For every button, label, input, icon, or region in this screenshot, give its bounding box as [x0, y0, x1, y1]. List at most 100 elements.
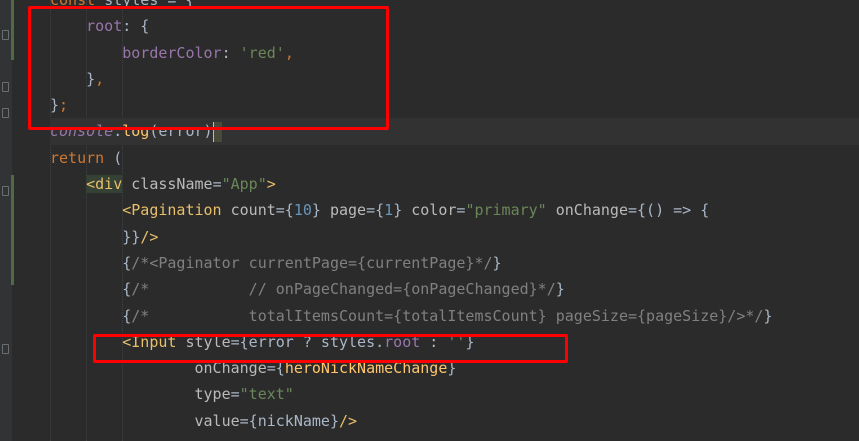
code-token: color: [411, 201, 457, 220]
code-line[interactable]: <Pagination count={10} page={1} color="p…: [50, 197, 859, 223]
code-line[interactable]: root: {: [50, 13, 859, 39]
code-token: ,: [95, 69, 105, 88]
code-token: />: [339, 411, 358, 430]
code-token: value: [194, 411, 240, 430]
code-token: {: [122, 280, 132, 299]
code-token: <Input: [122, 332, 177, 351]
code-line[interactable]: },: [50, 66, 859, 92]
code-token: ={() => {: [628, 201, 710, 220]
code-line[interactable]: type="text": [50, 381, 859, 407]
code-token: ={: [366, 201, 385, 220]
code-token: log: [122, 122, 150, 141]
code-token: }: [555, 280, 565, 299]
code-token: <Pagination: [122, 201, 222, 220]
code-token: borderColor: [122, 43, 222, 62]
code-token: {: [122, 306, 132, 325]
code-token: heroNickNameChange: [284, 359, 448, 378]
code-token: "primary": [465, 201, 547, 220]
fold-icon[interactable]: [2, 82, 9, 92]
code-token: /*<Paginator currentPage={currentPage}*/: [131, 253, 493, 272]
code-token: "App": [221, 175, 267, 194]
code-token: type: [194, 385, 231, 404]
code-line[interactable]: borderColor: 'red',: [50, 40, 859, 66]
text-caret: [212, 121, 222, 142]
code-token: }: [465, 332, 475, 351]
code-line[interactable]: value={nickName}/>: [50, 408, 859, 434]
code-line[interactable]: {/* // onPageChanged={onPageChanged}*/}: [50, 276, 859, 302]
code-token: 10: [293, 201, 312, 220]
code-line[interactable]: };: [50, 92, 859, 118]
code-line[interactable]: return (: [50, 145, 859, 171]
code-token: root: [384, 332, 421, 351]
code-line[interactable]: {/*<Paginator currentPage={currentPage}*…: [50, 250, 859, 276]
code-token: }: [492, 253, 502, 272]
code-token: }: [447, 359, 457, 378]
code-line[interactable]: console.log(error): [50, 118, 859, 145]
code-token: ={error ? styles.: [230, 332, 385, 351]
code-editor[interactable]: const styles = { root: { borderColor: 'r…: [14, 0, 859, 434]
code-token: =: [230, 385, 240, 404]
code-token: ,: [284, 43, 294, 62]
fold-icon[interactable]: [2, 108, 9, 118]
code-token: }: [763, 306, 773, 325]
code-token: className: [122, 175, 213, 194]
code-line[interactable]: <Input style={error ? styles.root : ''}: [50, 329, 859, 355]
code-token: count: [221, 201, 276, 220]
code-token: style: [176, 332, 231, 351]
code-token: >: [266, 175, 276, 194]
code-token: :: [420, 332, 448, 351]
code-token: onChange: [194, 359, 267, 378]
code-token: =: [212, 175, 222, 194]
code-line[interactable]: const styles = {: [50, 0, 859, 13]
code-token: :: [221, 43, 240, 62]
code-token: }: [50, 96, 60, 115]
code-token: }: [393, 201, 412, 220]
code-token: (error): [149, 122, 213, 141]
code-token: {: [122, 253, 132, 272]
code-token: />: [140, 227, 159, 246]
code-line[interactable]: onChange={heroNickNameChange}: [50, 355, 859, 381]
code-token: /* // onPageChanged={onPageChanged}*/: [131, 280, 556, 299]
code-token: }: [311, 201, 330, 220]
fold-icon[interactable]: [2, 344, 9, 354]
code-token: }: [86, 69, 96, 88]
code-token: <div: [86, 175, 123, 194]
code-token: /* totalItemsCount={totalItemsCount} pag…: [131, 306, 764, 325]
code-token: '': [447, 332, 466, 351]
code-token: console: [50, 122, 114, 141]
code-token: styles = {: [104, 0, 195, 9]
code-token: (: [113, 148, 123, 167]
code-token: return: [50, 148, 114, 167]
code-line[interactable]: <div className="App">: [50, 171, 859, 197]
fold-icon[interactable]: [2, 30, 9, 40]
code-token: ={: [275, 201, 294, 220]
code-token: .: [113, 122, 123, 141]
code-token: ;: [59, 96, 69, 115]
code-token: root: [86, 17, 123, 36]
fold-icon[interactable]: [2, 186, 9, 196]
code-token: "text": [239, 385, 294, 404]
code-token: page: [329, 201, 367, 220]
code-line[interactable]: }}/>: [50, 224, 859, 250]
code-line[interactable]: {/* totalItemsCount={totalItemsCount} pa…: [50, 303, 859, 329]
code-token: ={: [266, 359, 285, 378]
code-token: onChange: [555, 201, 628, 220]
code-token: ={nickName}: [239, 411, 339, 430]
code-token: 'red': [239, 43, 285, 62]
code-token: 1: [384, 201, 394, 220]
code-token: const: [50, 0, 105, 9]
